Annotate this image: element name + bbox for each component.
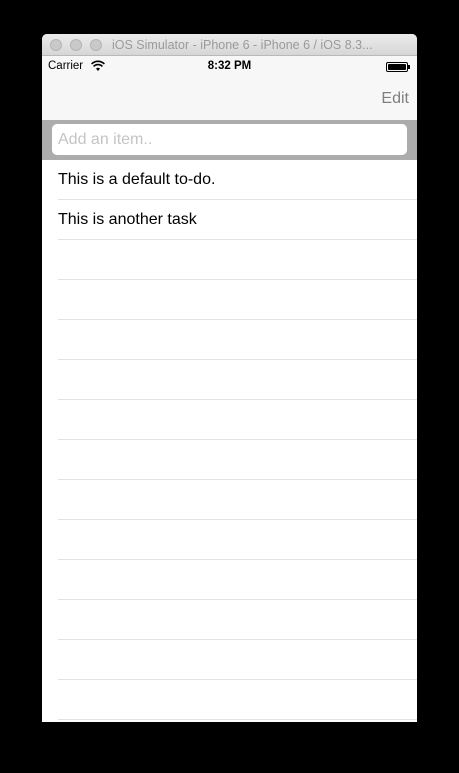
table-row[interactable] xyxy=(42,480,417,520)
window-title: iOS Simulator - iPhone 6 - iPhone 6 / iO… xyxy=(112,38,373,52)
zoom-window-button[interactable] xyxy=(90,39,102,51)
table-row[interactable] xyxy=(42,680,417,720)
todo-list: This is a default to-do. This is another … xyxy=(42,160,417,720)
table-row[interactable] xyxy=(42,560,417,600)
todo-label: This is another task xyxy=(58,211,197,228)
status-time: 8:32 PM xyxy=(207,60,252,72)
window-titlebar: iOS Simulator - iPhone 6 - iPhone 6 / iO… xyxy=(42,34,417,56)
add-item-bar xyxy=(42,120,417,160)
table-row[interactable] xyxy=(42,320,417,360)
battery-icon xyxy=(386,62,410,72)
navigation-bar: Edit xyxy=(42,76,417,120)
add-item-input[interactable] xyxy=(52,124,407,155)
simulator-window: iOS Simulator - iPhone 6 - iPhone 6 / iO… xyxy=(42,34,417,722)
table-row[interactable] xyxy=(42,280,417,320)
status-bar: Carrier 8:32 PM xyxy=(42,56,417,76)
table-row[interactable] xyxy=(42,400,417,440)
table-row[interactable] xyxy=(42,440,417,480)
table-row[interactable] xyxy=(42,520,417,560)
close-window-button[interactable] xyxy=(50,39,62,51)
todo-label: This is a default to-do. xyxy=(58,171,216,188)
table-row[interactable] xyxy=(42,360,417,400)
table-row[interactable]: This is another task xyxy=(42,200,417,240)
table-row[interactable] xyxy=(42,240,417,280)
table-row[interactable] xyxy=(42,640,417,680)
table-row[interactable]: This is a default to-do. xyxy=(42,160,417,200)
edit-button[interactable]: Edit xyxy=(381,90,409,108)
minimize-window-button[interactable] xyxy=(70,39,82,51)
table-row[interactable] xyxy=(42,600,417,640)
